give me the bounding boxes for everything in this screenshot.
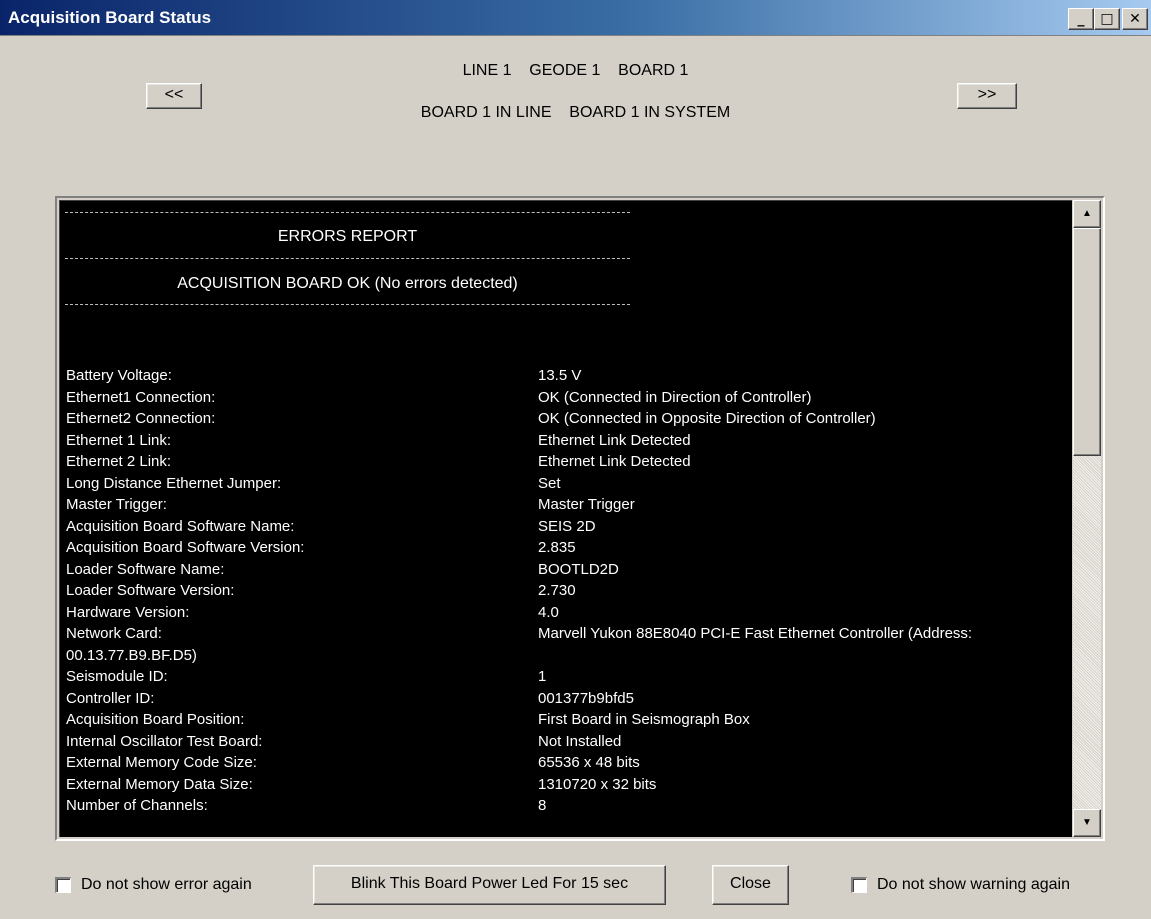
- property-key: Master Trigger:: [66, 496, 167, 513]
- property-key: Network Card:: [66, 625, 162, 642]
- property-row: Controller ID: 001377b9bfd5: [66, 688, 1071, 710]
- minimize-button[interactable]: _: [1068, 8, 1094, 30]
- separator-line: [65, 304, 630, 305]
- property-key: Ethernet 1 Link:: [66, 431, 172, 449]
- property-value: First Board in Seismograph Box: [538, 711, 750, 728]
- board-location-label: LINE 1 GEODE 1 BOARD 1: [462, 62, 689, 79]
- errors-report-text[interactable]: ERRORS REPORT ACQUISITION BOARD OK (No e…: [59, 200, 1072, 837]
- property-key: Acquisition Board Position:: [66, 711, 245, 728]
- property-key: Loader Software Name:: [66, 560, 225, 578]
- property-value: 4.0: [538, 603, 559, 621]
- property-row: Loader Software Version: 2.730: [66, 580, 1071, 602]
- property-key: Acquisition Board Software Name:: [66, 517, 295, 535]
- property-value: OK (Connected in Opposite Direction of C…: [538, 410, 876, 427]
- separator-line: [65, 258, 630, 259]
- property-value: Not Installed: [538, 732, 622, 750]
- title-bar[interactable]: Acquisition Board Status _ □ ✕: [0, 0, 1151, 36]
- property-value: 1310720 x 32 bits: [538, 775, 657, 793]
- property-key: Long Distance Ethernet Jumper:: [66, 474, 282, 492]
- report-panel: ERRORS REPORT ACQUISITION BOARD OK (No e…: [55, 196, 1105, 841]
- separator-line: [65, 212, 630, 213]
- property-key: Battery Voltage:: [66, 367, 172, 384]
- property-row: Master Trigger: Master Trigger: [66, 494, 1071, 516]
- close-button[interactable]: Close: [712, 865, 789, 905]
- property-row: Ethernet 1 Link: Ethernet Link Detected: [66, 430, 1071, 452]
- property-row: External Memory Code Size: 65536 x 48 bit…: [66, 752, 1071, 774]
- property-value: Set: [538, 474, 561, 492]
- checkbox-box[interactable]: [851, 877, 867, 893]
- property-row: Number of Channels: 8: [66, 795, 1071, 817]
- next-board-button[interactable]: >>: [957, 83, 1017, 109]
- property-key: Ethernet 2 Link:: [66, 453, 172, 470]
- property-row: Acquisition Board Software Name: SEIS 2D: [66, 516, 1071, 538]
- property-value: Ethernet Link Detected: [538, 431, 691, 449]
- property-row: Seismodule ID: 1: [66, 666, 1071, 688]
- maximize-button[interactable]: □: [1094, 8, 1120, 30]
- blink-power-led-button[interactable]: Blink This Board Power Led For 15 sec: [313, 865, 666, 905]
- checkbox-box[interactable]: [55, 877, 71, 893]
- property-value: 2.730: [538, 582, 576, 599]
- property-row: Ethernet2 Connection: OK (Connected in Op…: [66, 408, 1071, 430]
- property-key: Ethernet2 Connection:: [66, 410, 216, 427]
- property-row: Ethernet1 Connection: OK (Connected in Di…: [66, 387, 1071, 409]
- property-key: Acquisition Board Software Version:: [66, 539, 305, 556]
- property-row: External Memory Data Size: 1310720 x 32 b…: [66, 774, 1071, 796]
- checkbox-label[interactable]: Do not show error again: [81, 876, 252, 894]
- property-value: 8: [538, 797, 547, 814]
- report-scrollbar[interactable]: ▲ ▼: [1073, 200, 1101, 837]
- property-value: 1: [538, 668, 547, 685]
- property-key: External Memory Code Size:: [66, 754, 257, 771]
- property-value: 65536 x 48 bits: [538, 754, 640, 771]
- property-row: Loader Software Name: BOOTLD2D: [66, 559, 1071, 581]
- property-row: Ethernet 2 Link: Ethernet Link Detected: [66, 451, 1071, 473]
- property-key: Controller ID:: [66, 689, 155, 707]
- scroll-up-arrow-icon[interactable]: ▲: [1073, 200, 1101, 228]
- close-window-button[interactable]: ✕: [1122, 8, 1148, 30]
- property-value: OK (Connected in Direction of Controller…: [538, 388, 812, 406]
- report-title: ERRORS REPORT: [277, 228, 418, 245]
- scrollbar-thumb[interactable]: [1073, 228, 1101, 456]
- property-row: Hardware Version: 4.0: [66, 602, 1071, 624]
- property-key: Ethernet1 Connection:: [66, 388, 216, 406]
- property-value: 13.5 V: [538, 367, 582, 384]
- property-row: Long Distance Ethernet Jumper: Set: [66, 473, 1071, 495]
- property-value: 001377b9bfd5: [538, 689, 634, 707]
- property-key: External Memory Data Size:: [66, 775, 253, 793]
- checkbox-label[interactable]: Do not show warning again: [877, 876, 1070, 894]
- property-row: Network Card: Marvell Yukon 88E8040 PCI-E…: [66, 623, 1071, 666]
- property-key: Internal Oscillator Test Board:: [66, 732, 263, 750]
- property-key: Number of Channels:: [66, 797, 208, 814]
- property-row: Battery Voltage: 13.5 V: [66, 365, 1071, 387]
- property-value: Marvell Yukon 88E8040 PCI-E Fast Etherne…: [538, 625, 973, 642]
- property-value: Master Trigger: [538, 496, 635, 513]
- scroll-down-arrow-icon[interactable]: ▼: [1073, 809, 1101, 837]
- property-row: Acquisition Board Position: First Board i…: [66, 709, 1071, 731]
- property-row: Acquisition Board Software Version: 2.835: [66, 537, 1071, 559]
- report-status: ACQUISITION BOARD OK (No errors detected…: [177, 275, 518, 292]
- property-value: 2.835: [538, 539, 576, 556]
- property-key: Loader Software Version:: [66, 582, 235, 599]
- property-value: BOOTLD2D: [538, 560, 619, 578]
- property-value-continuation: 00.13.77.B9.BF.D5): [66, 646, 197, 664]
- property-value: Ethernet Link Detected: [538, 453, 691, 470]
- property-key: Seismodule ID:: [66, 668, 168, 685]
- property-value: SEIS 2D: [538, 517, 596, 535]
- property-key: Hardware Version:: [66, 603, 190, 621]
- property-row: Internal Oscillator Test Board: Not Insta…: [66, 731, 1071, 753]
- board-properties-list: Battery Voltage: 13.5 V Ethernet1 Connect…: [66, 365, 1071, 817]
- window-title: Acquisition Board Status: [8, 8, 212, 27]
